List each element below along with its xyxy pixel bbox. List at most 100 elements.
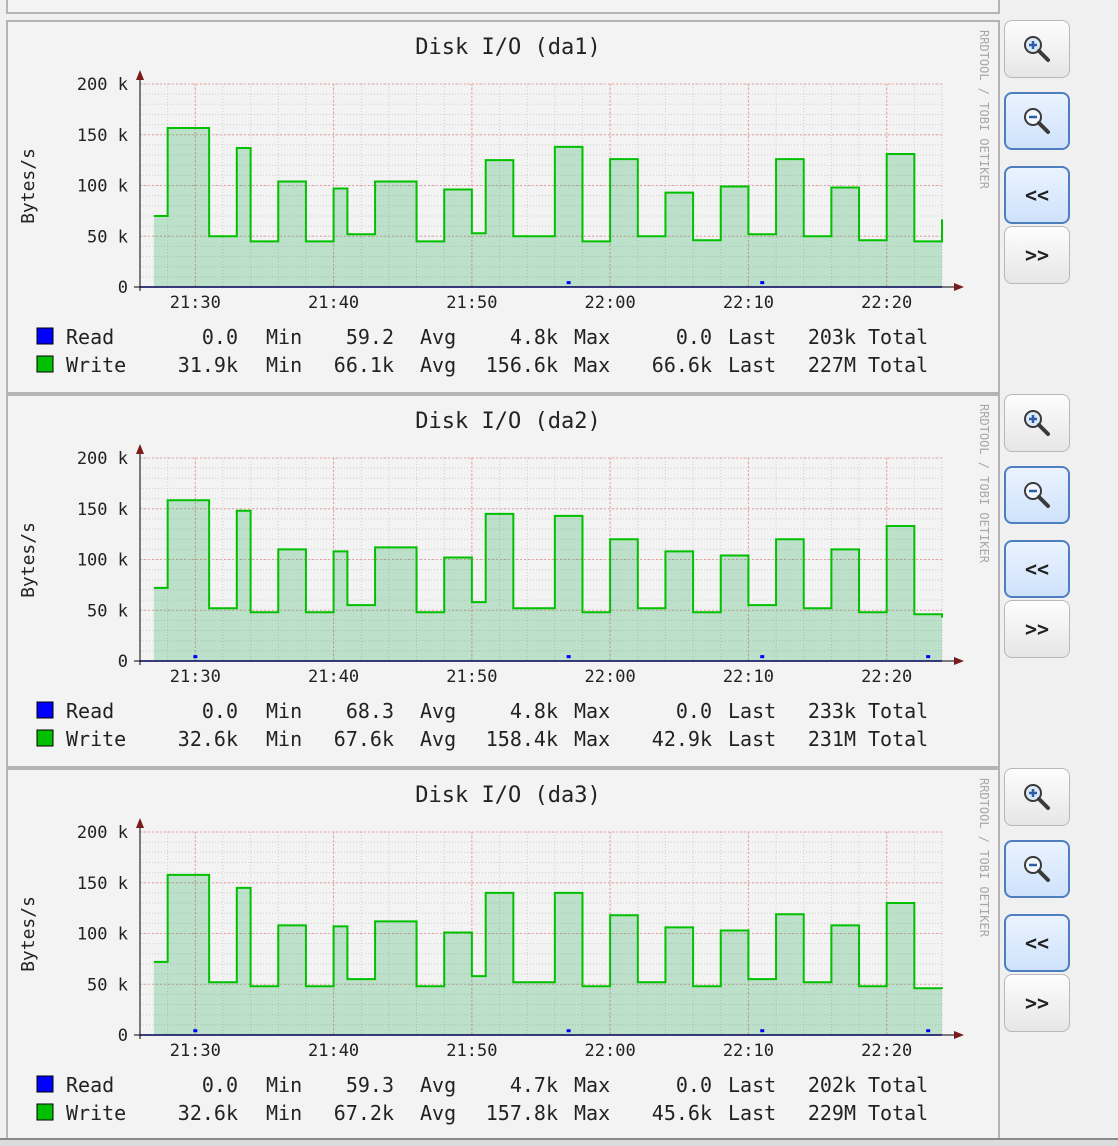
- read-series-point: [926, 1029, 931, 1033]
- legend-name: Read: [66, 1073, 114, 1097]
- y-axis-label: Bytes/s: [18, 522, 39, 598]
- legend-min-label: Min: [266, 353, 302, 377]
- write-series-area: [153, 128, 943, 287]
- legend-min: 0.0: [202, 1073, 238, 1097]
- legend-avg: 59.2: [346, 325, 394, 349]
- chart-title: Disk I/O (da2): [415, 409, 600, 434]
- legend-total-label: Total: [868, 1101, 928, 1125]
- x-tick-label: 22:00: [585, 1041, 636, 1061]
- x-axis-arrow: [954, 657, 964, 665]
- read-legend-swatch: [36, 327, 54, 345]
- next-period-label: >>: [1024, 243, 1050, 267]
- zoom-out-button[interactable]: [1004, 466, 1070, 524]
- x-tick-label: 21:30: [170, 1041, 221, 1061]
- legend-min-label: Min: [266, 325, 302, 349]
- disk-io-chart: Disk I/O (da2) RRDTOOL / TOBI OETIKER Byte…: [18, 404, 991, 751]
- zoom-in-button[interactable]: [1004, 768, 1070, 826]
- legend-avg: 66.1k: [334, 353, 394, 377]
- x-tick-label: 22:10: [723, 667, 774, 687]
- x-tick-label: 22:00: [585, 293, 636, 313]
- write-series-line: [153, 873, 943, 990]
- read-series-point: [926, 655, 931, 659]
- next-period-button[interactable]: >>: [1004, 974, 1070, 1032]
- y-axis-label: Bytes/s: [18, 896, 39, 972]
- legend-avg-label: Avg: [420, 727, 456, 751]
- legend-last-label: Last: [728, 353, 776, 377]
- graph-panel: Disk I/O (da1) RRDTOOL / TOBI OETIKER Byte…: [6, 20, 1000, 394]
- legend-last: 45.6k: [652, 1101, 712, 1125]
- y-tick-label: 150 k: [77, 874, 128, 894]
- legend-max: 156.6k: [486, 353, 558, 377]
- previous-period-label: <<: [1024, 183, 1050, 207]
- legend-max: 158.4k: [486, 727, 558, 751]
- y-axis-arrow: [136, 444, 144, 454]
- legend-max-label: Max: [574, 1073, 610, 1097]
- x-tick-label: 22:00: [585, 667, 636, 687]
- legend-total: 227M: [808, 353, 856, 377]
- magnifier-minus-icon: [1024, 856, 1050, 882]
- legend-min: 32.6k: [178, 727, 238, 751]
- legend-last-label: Last: [728, 1073, 776, 1097]
- legend-last: 0.0: [676, 325, 712, 349]
- zoom-out-button[interactable]: [1004, 92, 1070, 150]
- y-tick-label: 100 k: [77, 925, 128, 945]
- legend-min-label: Min: [266, 1101, 302, 1125]
- legend-max: 4.8k: [510, 325, 558, 349]
- legend-avg: 67.6k: [334, 727, 394, 751]
- legend-total: 233k: [808, 699, 856, 723]
- x-tick-label: 22:20: [861, 667, 912, 687]
- legend-avg-label: Avg: [420, 1073, 456, 1097]
- legend-avg-label: Avg: [420, 353, 456, 377]
- y-tick-label: 150 k: [77, 500, 128, 520]
- x-tick-label: 21:30: [170, 293, 221, 313]
- legend-max: 4.7k: [510, 1073, 558, 1097]
- chart-title: Disk I/O (da1): [415, 35, 600, 60]
- previous-period-button[interactable]: <<: [1004, 540, 1070, 598]
- legend-total: 202k: [808, 1073, 856, 1097]
- read-series-point: [193, 655, 198, 659]
- magnifier-minus-icon: [1024, 482, 1050, 508]
- x-tick-label: 21:40: [308, 667, 359, 687]
- legend-max-label: Max: [574, 1101, 610, 1125]
- x-tick-label: 21:50: [446, 1041, 497, 1061]
- legend-last: 42.9k: [652, 727, 712, 751]
- x-axis-arrow: [954, 1031, 964, 1039]
- legend-total-label: Total: [868, 353, 928, 377]
- y-tick-label: 200 k: [77, 449, 128, 469]
- legend-name: Write: [66, 353, 126, 377]
- previous-period-button[interactable]: <<: [1004, 914, 1070, 972]
- zoom-in-button[interactable]: [1004, 394, 1070, 452]
- graph-panel: Disk I/O (da3) RRDTOOL / TOBI OETIKER Byte…: [6, 768, 1000, 1142]
- legend-last-label: Last: [728, 727, 776, 751]
- legend-total: 229M: [808, 1101, 856, 1125]
- legend-avg: 67.2k: [334, 1101, 394, 1125]
- read-series-point: [566, 1029, 571, 1033]
- legend-max-label: Max: [574, 699, 610, 723]
- next-period-button[interactable]: >>: [1004, 226, 1070, 284]
- previous-period-button[interactable]: <<: [1004, 166, 1070, 224]
- legend-total: 231M: [808, 727, 856, 751]
- legend-min-label: Min: [266, 727, 302, 751]
- legend-min: 31.9k: [178, 353, 238, 377]
- next-period-button[interactable]: >>: [1004, 600, 1070, 658]
- legend-last: 66.6k: [652, 353, 712, 377]
- magnifier-plus-icon: [1024, 784, 1050, 810]
- legend-last-label: Last: [728, 1101, 776, 1125]
- x-tick-label: 21:40: [308, 293, 359, 313]
- legend-total-label: Total: [868, 727, 928, 751]
- y-tick-label: 0: [118, 652, 128, 672]
- zoom-in-button[interactable]: [1004, 20, 1070, 78]
- legend-max-label: Max: [574, 353, 610, 377]
- legend-last: 0.0: [676, 1073, 712, 1097]
- legend-min: 0.0: [202, 325, 238, 349]
- read-series-point: [760, 655, 765, 659]
- zoom-out-button[interactable]: [1004, 840, 1070, 898]
- legend-avg: 68.3: [346, 699, 394, 723]
- read-series-point: [566, 655, 571, 659]
- read-series-point: [566, 281, 571, 285]
- legend-name: Read: [66, 325, 114, 349]
- legend-total: 203k: [808, 325, 856, 349]
- write-legend-swatch: [36, 1103, 54, 1121]
- rrdtool-watermark: RRDTOOL / TOBI OETIKER: [977, 404, 991, 564]
- chart-title: Disk I/O (da3): [415, 783, 600, 808]
